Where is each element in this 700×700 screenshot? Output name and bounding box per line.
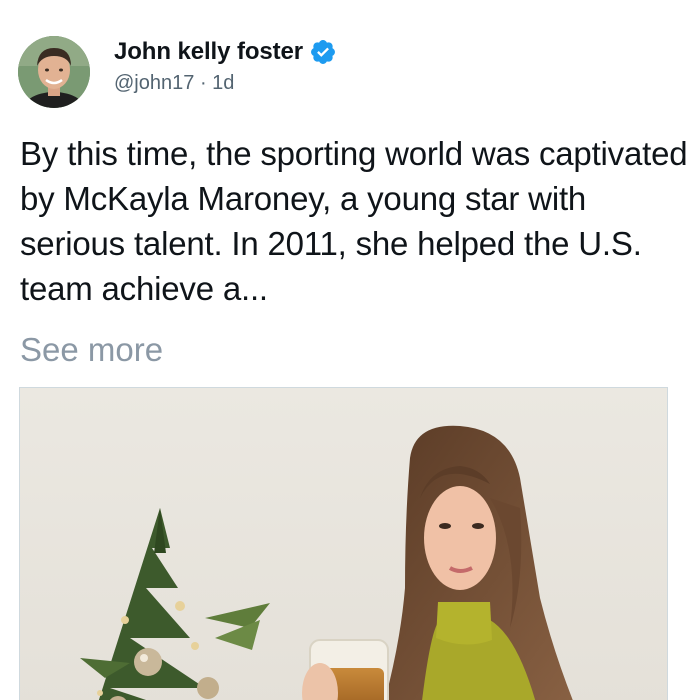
avatar[interactable] — [18, 36, 90, 108]
verified-badge-icon — [311, 40, 335, 64]
author-meta: John kelly foster @john17 · 1d — [114, 38, 337, 95]
author-handle[interactable]: @john17 — [114, 72, 194, 95]
post-image[interactable] — [19, 387, 668, 700]
tea-glass — [302, 639, 389, 700]
author-subline: @john17 · 1d — [114, 72, 337, 95]
post-photo — [20, 388, 667, 700]
author-name[interactable]: John kelly foster — [114, 38, 303, 66]
meta-separator: · — [199, 72, 207, 94]
post-header: John kelly foster @john17 · 1d — [18, 36, 337, 112]
post-time[interactable]: 1d — [212, 72, 234, 95]
see-more-link[interactable]: See more — [20, 327, 163, 372]
avatar-photo — [18, 36, 90, 108]
post-card: John kelly foster @john17 · 1d By this t… — [0, 0, 700, 700]
post-text: By this time, the sporting world was cap… — [20, 135, 688, 307]
author-name-row: John kelly foster — [114, 38, 337, 66]
